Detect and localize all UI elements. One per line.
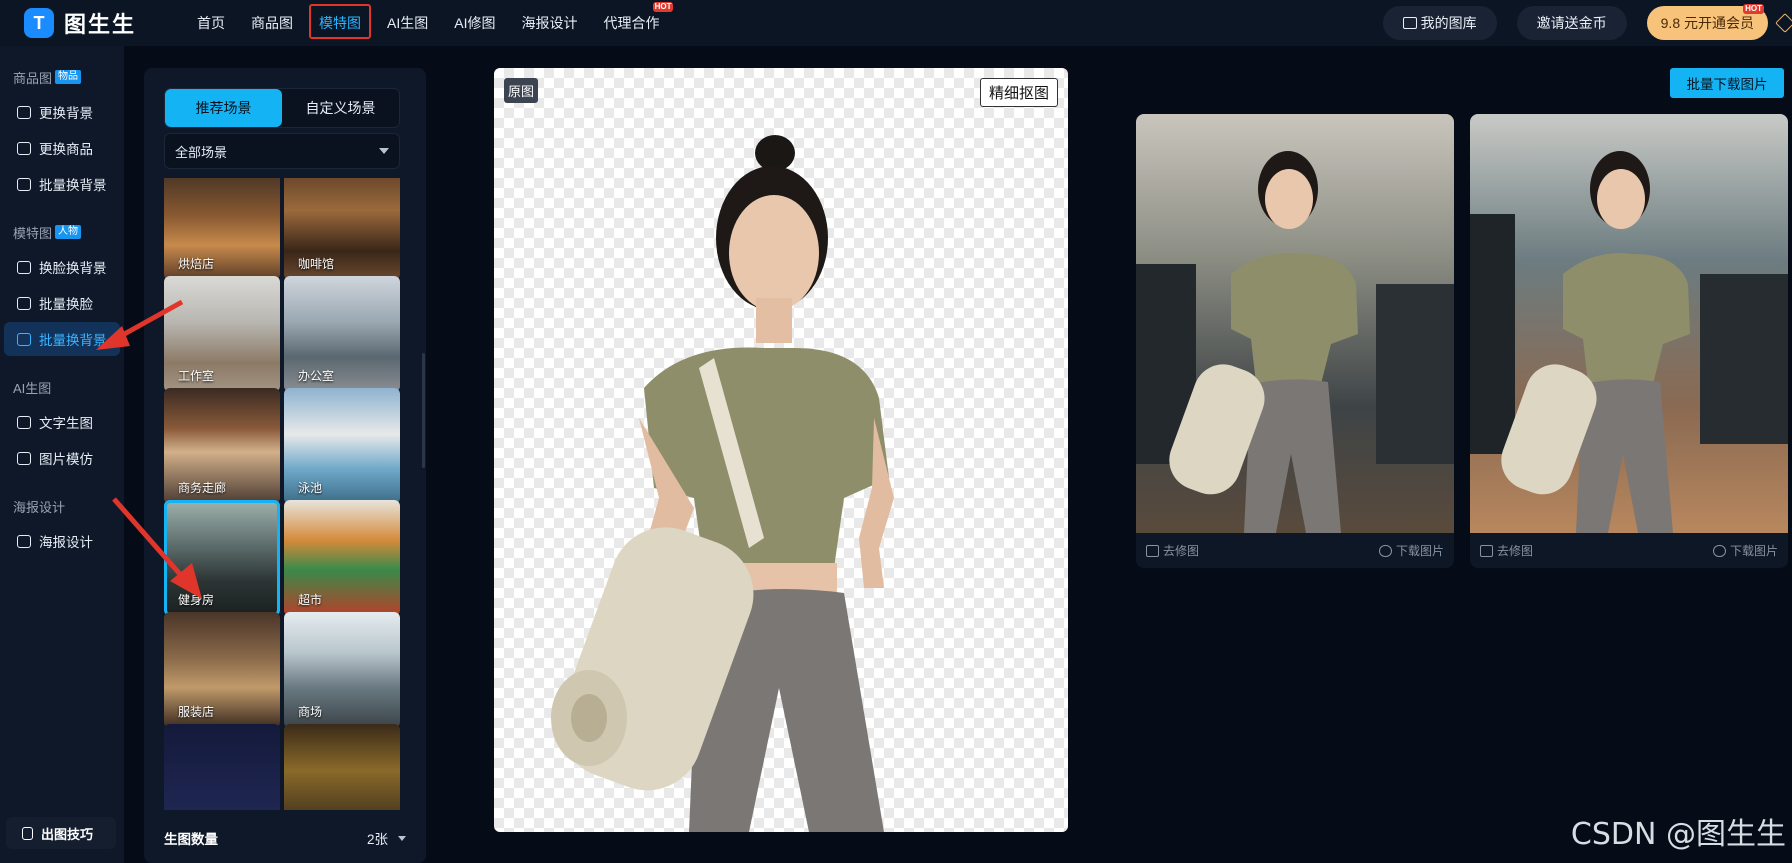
model-cutout-image [551, 135, 894, 832]
result-image[interactable] [1470, 114, 1788, 533]
scene-cafe[interactable]: 咖啡馆 [284, 178, 400, 280]
chevron-down-icon [398, 835, 406, 841]
result-image[interactable] [1136, 114, 1454, 533]
watermark: CSDN @图生生 [1570, 817, 1786, 852]
tab-custom-scene[interactable]: 自定义场景 [282, 89, 399, 127]
scene-business-corridor[interactable]: 商务走廊 [164, 388, 280, 504]
sidebar-item-batch-background[interactable]: 批量换背景 [4, 167, 120, 201]
scene-panel: 推荐场景 自定义场景 全部场景 烘焙店 咖啡馆 工作室 办公室 商务走廊 泳池 … [144, 68, 426, 863]
nav-ai-generate[interactable]: AI生图 [387, 0, 428, 46]
scene-scrollbar[interactable] [422, 353, 425, 468]
face-scan-icon [17, 296, 31, 310]
cube-icon[interactable] [1775, 13, 1792, 33]
retouch-link[interactable]: 去修图 [1163, 542, 1199, 559]
chevron-down-icon [379, 148, 389, 154]
logo-icon: T [24, 8, 54, 38]
sidebar-item-poster-design[interactable]: 海报设计 [4, 524, 120, 558]
sidebar-item-face-background[interactable]: 换脸换背景 [4, 250, 120, 284]
hot-badge: HOT [1743, 4, 1764, 14]
annotation-arrow [112, 497, 202, 599]
scene-clothing-store[interactable]: 服装店 [164, 612, 280, 728]
section-badge: 人物 [55, 225, 82, 239]
result-actions: 去修图 下载图片 [1136, 533, 1454, 568]
sidebar-item-image-imitate[interactable]: 图片模仿 [4, 441, 120, 475]
nav-poster-design[interactable]: 海报设计 [521, 0, 577, 46]
scene-tabs: 推荐场景 自定义场景 [164, 88, 400, 128]
scene-lights[interactable] [284, 724, 400, 810]
scene-night[interactable] [164, 724, 280, 810]
generate-count-select[interactable]: 2张 [367, 828, 406, 848]
result-card: 去修图 下载图片 [1470, 114, 1788, 568]
image-copy-icon [17, 451, 31, 465]
sidebar-item-text-to-image[interactable]: 文字生图 [4, 405, 120, 439]
tips-button[interactable]: 出图技巧 [6, 817, 116, 849]
sidebar-item-change-product[interactable]: 更换商品 [4, 131, 120, 165]
scene-office[interactable]: 办公室 [284, 276, 400, 392]
tab-recommended-scene[interactable]: 推荐场景 [165, 89, 282, 127]
main-nav: 首页 商品图 模特图 AI生图 AI修图 海报设计 代理合作 HOT [197, 0, 685, 46]
download-icon [1712, 544, 1726, 557]
image-stack-icon [17, 332, 31, 346]
poster-icon [17, 534, 31, 548]
batch-download-button[interactable]: 批量下载图片 [1670, 68, 1784, 98]
retouch-link[interactable]: 去修图 [1497, 542, 1533, 559]
image-icon [17, 105, 31, 119]
nav-model-image[interactable]: 模特图 [309, 0, 371, 46]
top-nav-bar: T 图生生 首页 商品图 模特图 AI生图 AI修图 海报设计 代理合作 HOT … [0, 0, 1792, 46]
generate-count-row: 生图数量 2张 [144, 813, 426, 863]
section-product-image: 商品图 物品 [0, 67, 124, 87]
section-badge: 物品 [55, 70, 82, 84]
tips-icon [22, 826, 33, 840]
hot-badge: HOT [652, 2, 674, 12]
image-icon [17, 177, 31, 191]
nav-home[interactable]: 首页 [197, 0, 225, 46]
scene-pool[interactable]: 泳池 [284, 388, 400, 504]
left-sidebar: 商品图 物品 更换背景 更换商品 批量换背景 模特图 人物 换脸换背景 批量换脸 批… [0, 46, 124, 863]
result-actions: 去修图 下载图片 [1470, 533, 1788, 568]
section-model-image: 模特图 人物 [0, 222, 124, 242]
nav-ai-retouch[interactable]: AI修图 [454, 0, 495, 46]
section-poster: 海报设计 [13, 499, 66, 515]
annotation-arrow [96, 299, 184, 350]
scene-mall[interactable]: 商场 [284, 612, 400, 728]
section-ai-generate: AI生图 [13, 380, 52, 396]
vip-button[interactable]: 9.8 元开通会员 HOT [1646, 4, 1768, 40]
swap-icon [17, 141, 31, 155]
nav-agency[interactable]: 代理合作 HOT [603, 0, 674, 46]
text-image-icon [17, 415, 31, 429]
folder-icon [1402, 17, 1417, 29]
scene-supermarket[interactable]: 超市 [284, 500, 400, 616]
edit-icon [1480, 544, 1493, 557]
invite-button[interactable]: 邀请送金币 [1516, 6, 1627, 40]
edit-icon [1146, 544, 1159, 557]
brand-logo[interactable]: T 图生生 [24, 7, 159, 39]
original-image: 原图 精细抠图 [494, 68, 1068, 832]
original-tag: 原图 [504, 78, 539, 103]
highlight-box [309, 4, 371, 39]
face-icon [17, 260, 31, 274]
my-library-button[interactable]: 我的图库 [1382, 6, 1497, 40]
brand-name: 图生生 [64, 12, 137, 37]
nav-product-image[interactable]: 商品图 [251, 0, 293, 46]
download-link[interactable]: 下载图片 [1712, 542, 1778, 559]
scene-grid: 烘焙店 咖啡馆 工作室 办公室 商务走廊 泳池 健身房 超市 服装店 商场 [164, 178, 400, 810]
scene-bakery[interactable]: 烘焙店 [164, 178, 280, 280]
sidebar-item-change-background[interactable]: 更换背景 [4, 95, 120, 129]
result-card: 去修图 下载图片 [1136, 114, 1454, 568]
scene-filter-select[interactable]: 全部场景 [164, 133, 400, 169]
download-link[interactable]: 下载图片 [1378, 542, 1444, 559]
download-icon [1378, 544, 1392, 557]
refine-cutout-button[interactable]: 精细抠图 [979, 78, 1058, 107]
